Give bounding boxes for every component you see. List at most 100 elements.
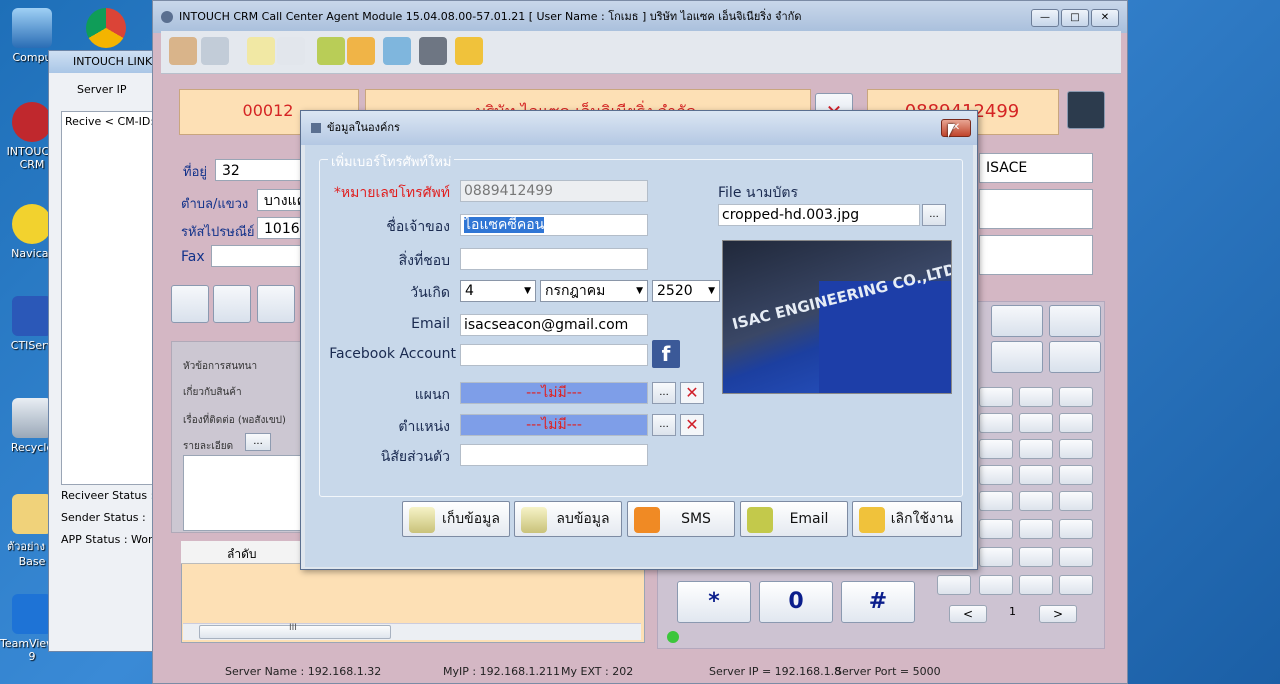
right-field-3[interactable] <box>979 235 1093 275</box>
position-browse-button[interactable]: ... <box>652 414 676 436</box>
phone-call-button[interactable] <box>991 305 1043 337</box>
minimize-button[interactable]: — <box>1031 9 1059 27</box>
business-card-photo: ISAC ENGINEERING CO.,LTD. <box>722 240 952 394</box>
topic-label: หัวข้อการสนทนา <box>183 361 258 372</box>
like-field[interactable] <box>460 248 648 270</box>
search-tool-button[interactable] <box>1049 341 1101 373</box>
position-clear-button[interactable]: ✕ <box>680 414 704 436</box>
tambon-field[interactable]: บางแค <box>257 189 305 211</box>
owner-field[interactable]: ไอแซคซีคอน <box>460 214 648 236</box>
exit-door-icon[interactable] <box>455 37 483 65</box>
file-browse-button[interactable]: ... <box>922 204 946 226</box>
pencil-button[interactable] <box>213 285 251 323</box>
search-icon[interactable] <box>201 37 229 65</box>
speed-key[interactable] <box>1019 387 1053 407</box>
phone-settings-icon[interactable] <box>383 37 411 65</box>
right-name-field[interactable]: ISACE <box>979 153 1093 183</box>
main-title: INTOUCH CRM Call Center Agent Module 15.… <box>179 10 802 23</box>
dialog-title: ข้อมูลในองค์กร <box>327 121 400 134</box>
speed-key[interactable] <box>979 439 1013 459</box>
speed-key[interactable] <box>979 465 1013 485</box>
speed-key[interactable] <box>1059 491 1093 511</box>
dialog-close-button[interactable]: ✕ <box>941 119 971 137</box>
keypad-zero[interactable]: 0 <box>759 581 833 623</box>
right-field-2[interactable] <box>979 189 1093 229</box>
cancel-button[interactable]: เลิกใช้งาน <box>852 501 962 537</box>
speed-key[interactable] <box>1019 439 1053 459</box>
app-status-text: APP Status : <box>61 533 128 546</box>
email-button[interactable]: Email <box>740 501 848 537</box>
speed-key[interactable] <box>1019 413 1053 433</box>
sms-button[interactable]: SMS <box>627 501 735 537</box>
fax-icon[interactable] <box>419 37 447 65</box>
speed-key[interactable] <box>979 547 1013 567</box>
page-next-button[interactable]: > <box>1039 605 1077 623</box>
sender-status-text: Sender Status : <box>61 511 146 524</box>
speed-key[interactable] <box>1059 575 1093 595</box>
birth-year-select[interactable]: 2520 ▼ <box>652 280 720 302</box>
phone-red-button[interactable] <box>991 341 1043 373</box>
birth-year-value: 2520 <box>657 283 693 299</box>
chevron-down-icon: ▼ <box>524 286 531 296</box>
postcode-field[interactable]: 10160 <box>257 217 305 239</box>
speed-key[interactable] <box>979 519 1013 539</box>
speed-key[interactable] <box>979 491 1013 511</box>
speed-key[interactable] <box>1019 519 1053 539</box>
speed-key[interactable] <box>1059 547 1093 567</box>
scroll-grip: III <box>289 623 297 633</box>
speed-key[interactable] <box>979 575 1013 595</box>
speed-key[interactable] <box>1019 465 1053 485</box>
tambon-label: ตำบล/แขวง <box>181 197 249 212</box>
detail-browse-button[interactable]: ... <box>245 433 271 451</box>
speed-key[interactable] <box>1019 575 1053 595</box>
speed-key[interactable] <box>1059 465 1093 485</box>
address-label: ที่อยู่ <box>183 165 207 180</box>
keypad-hash[interactable]: # <box>841 581 915 623</box>
money-icon[interactable] <box>317 37 345 65</box>
grid-header-seq: ลำดับ <box>227 547 257 561</box>
speed-key[interactable] <box>937 575 971 595</box>
agent-icon[interactable] <box>169 37 197 65</box>
habit-field[interactable] <box>460 444 648 466</box>
money-transfer-button[interactable] <box>1049 305 1101 337</box>
teamviewer-icon <box>12 594 52 634</box>
speed-key[interactable] <box>1059 413 1093 433</box>
facebook-field[interactable] <box>460 344 648 366</box>
dept-browse-button[interactable]: ... <box>652 382 676 404</box>
speed-key[interactable] <box>979 387 1013 407</box>
speed-key[interactable] <box>1059 519 1093 539</box>
dept-field[interactable]: ---ไม่มี--- <box>460 382 648 404</box>
save-button[interactable]: เก็บข้อมูล <box>402 501 510 537</box>
speed-key[interactable] <box>1019 491 1053 511</box>
address-field[interactable]: 32 <box>215 159 305 181</box>
fax-field[interactable] <box>211 245 305 267</box>
pin-icon[interactable] <box>347 37 375 65</box>
keypad-star[interactable]: * <box>677 581 751 623</box>
maximize-button[interactable]: □ <box>1061 9 1089 27</box>
person-button[interactable] <box>257 285 295 323</box>
speed-key[interactable] <box>1059 439 1093 459</box>
position-field[interactable]: ---ไม่มี--- <box>460 414 648 436</box>
log-listbox[interactable]: Recive < CM-ID:2 <box>61 111 159 485</box>
clipboard-button[interactable] <box>171 285 209 323</box>
keypad-icon[interactable] <box>1067 91 1105 129</box>
birth-day-select[interactable]: 4 ▼ <box>460 280 536 302</box>
edit-note-icon[interactable] <box>247 37 275 65</box>
phone-field[interactable]: 0889412499 <box>460 180 648 202</box>
detail-textarea[interactable] <box>183 455 303 531</box>
dept-clear-button[interactable]: ✕ <box>680 382 704 404</box>
close-window-button[interactable]: ✕ <box>1091 9 1119 27</box>
main-toolbar <box>161 31 1121 74</box>
desktop-icon-label: Navicat <box>11 247 53 260</box>
speed-key[interactable] <box>1019 547 1053 567</box>
speed-key[interactable] <box>1059 387 1093 407</box>
chrome-icon[interactable] <box>86 8 126 48</box>
email-field[interactable]: isacseacon@gmail.com <box>460 314 648 336</box>
page-prev-button[interactable]: < <box>949 605 987 623</box>
file-field[interactable]: cropped-hd.003.jpg <box>718 204 920 226</box>
birth-month-select[interactable]: กรกฎาคม ▼ <box>540 280 648 302</box>
facebook-icon[interactable]: f <box>652 340 680 368</box>
delete-button[interactable]: ลบข้อมูล <box>514 501 622 537</box>
mail-icon[interactable] <box>277 37 305 65</box>
speed-key[interactable] <box>979 413 1013 433</box>
